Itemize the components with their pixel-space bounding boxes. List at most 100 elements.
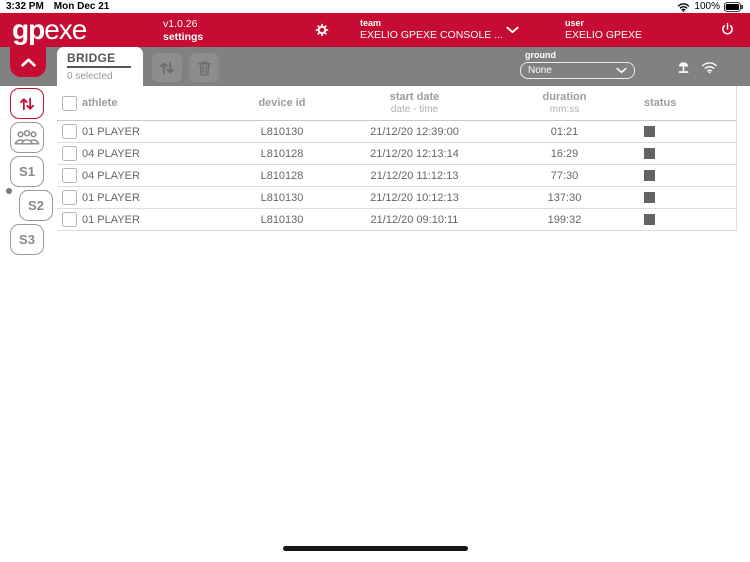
table-row[interactable]: 04 PLAYER L810128 21/12/20 11:12:13 77:30	[57, 165, 736, 187]
table-body: 01 PLAYER L810130 21/12/20 12:39:00 01:21 04…	[57, 121, 736, 231]
sidebar-item-athletes[interactable]	[10, 122, 44, 153]
table-row[interactable]: 01 PLAYER L810130 21/12/20 12:39:00 01:21	[57, 121, 736, 143]
column-header-status: status	[644, 97, 677, 109]
table-row[interactable]: 01 PLAYER L810130 21/12/20 09:10:11 199:32	[57, 209, 736, 231]
settings-gear-button[interactable]	[315, 23, 329, 37]
chevron-up-icon	[19, 57, 38, 68]
device-id-cell: L810130	[260, 191, 304, 204]
people-group-icon	[14, 129, 40, 146]
duration-cell: 199:32	[547, 213, 582, 226]
dock-station-icon	[675, 59, 692, 76]
sidebar-item-transfer[interactable]	[10, 88, 44, 119]
row-checkbox[interactable]	[62, 146, 77, 161]
device-id-cell: L810128	[260, 169, 304, 182]
sidebar-item-s3[interactable]: S3	[10, 224, 44, 255]
notification-dot	[6, 188, 12, 194]
app-screen: 3:32 PM Mon Dec 21 100% gpexe v1.0.26 se…	[0, 0, 750, 562]
table-row[interactable]: 01 PLAYER L810130 21/12/20 10:12:13 137:30	[57, 187, 736, 209]
s3-label: S3	[19, 232, 35, 247]
collapse-panel-button[interactable]	[10, 47, 46, 77]
toolbar: BRIDGE 0 selected ground None	[0, 47, 750, 86]
s2-label: S2	[28, 198, 44, 213]
row-checkbox[interactable]	[62, 168, 77, 183]
wifi-connection-icon	[701, 60, 718, 74]
team-value: EXELIO GPEXE CONSOLE ...	[360, 29, 503, 41]
up-down-arrows-icon	[158, 59, 176, 77]
device-id-cell: L810130	[260, 213, 304, 226]
status-square	[644, 126, 655, 137]
sessions-table: athlete device id start date date - time…	[57, 86, 737, 231]
user-block: user EXELIO GPEXE	[565, 19, 642, 41]
start-date-cell: 21/12/20 12:13:14	[370, 147, 459, 160]
status-square	[644, 170, 655, 181]
power-icon	[720, 22, 735, 37]
status-square	[644, 192, 655, 203]
athlete-cell: 01 PLAYER	[82, 125, 140, 138]
ground-label: ground	[525, 50, 556, 60]
clock-text: 3:32 PM	[6, 1, 44, 12]
ground-select[interactable]: None	[520, 62, 635, 79]
wifi-status-icon	[677, 2, 690, 12]
duration-cell: 01:21	[550, 125, 579, 138]
gear-icon	[315, 23, 329, 37]
ground-filter: ground None	[520, 50, 635, 79]
duration-cell: 77:30	[550, 169, 579, 182]
athlete-cell: 01 PLAYER	[82, 213, 140, 226]
sync-up-down-button[interactable]	[152, 53, 182, 82]
gpexe-logo: gpexe	[12, 14, 87, 45]
team-dropdown-button[interactable]	[506, 26, 519, 34]
user-value: EXELIO GPEXE	[565, 29, 643, 41]
status-square	[644, 148, 655, 159]
tab-bridge[interactable]: BRIDGE 0 selected	[57, 47, 143, 86]
row-checkbox[interactable]	[62, 124, 77, 139]
start-date-cell: 21/12/20 12:39:00	[370, 125, 459, 138]
chevron-down-icon	[616, 67, 627, 74]
athlete-cell: 04 PLAYER	[82, 147, 140, 160]
app-version: v1.0.26	[163, 18, 198, 30]
chevron-down-icon	[506, 26, 519, 34]
home-indicator[interactable]	[283, 546, 468, 551]
app-header: gpexe v1.0.26 settings team EXELIO GPEXE…	[0, 13, 750, 47]
s1-label: S1	[19, 164, 35, 179]
up-down-arrows-icon	[18, 95, 36, 113]
device-id-cell: L810128	[260, 147, 304, 160]
athlete-cell: 01 PLAYER	[82, 191, 140, 204]
start-date-cell: 21/12/20 09:10:11	[370, 213, 459, 226]
athlete-cell: 04 PLAYER	[82, 169, 140, 182]
logout-power-button[interactable]	[720, 22, 735, 37]
status-cell	[632, 170, 736, 181]
team-selector[interactable]: team EXELIO GPEXE CONSOLE ...	[360, 19, 503, 41]
settings-label: settings	[163, 31, 204, 43]
row-checkbox[interactable]	[62, 190, 77, 205]
device-id-cell: L810130	[260, 125, 304, 138]
ipad-status-bar: 3:32 PM Mon Dec 21 100%	[0, 0, 750, 13]
column-header-device-id: device id	[258, 97, 306, 109]
tab-title: BRIDGE	[67, 51, 116, 65]
duration-cell: 137:30	[547, 191, 582, 204]
battery-percent-text: 100%	[694, 1, 720, 12]
selected-count: 0 selected	[67, 71, 113, 82]
status-cell	[632, 192, 736, 203]
table-row[interactable]: 04 PLAYER L810128 21/12/20 12:13:14 16:29	[57, 143, 736, 165]
ground-selected-value: None	[528, 65, 552, 76]
battery-icon	[724, 1, 744, 12]
version-settings-block: v1.0.26 settings	[163, 19, 203, 43]
team-label: team	[360, 18, 382, 28]
row-checkbox[interactable]	[62, 212, 77, 227]
column-header-start-date: start date date - time	[389, 90, 440, 115]
user-label: user	[565, 18, 585, 28]
status-cell	[632, 214, 736, 225]
status-square	[644, 214, 655, 225]
sidebar-item-s2[interactable]: S2	[19, 190, 53, 221]
column-header-duration: duration mm:ss	[542, 90, 587, 115]
select-all-checkbox[interactable]	[62, 95, 77, 111]
start-date-cell: 21/12/20 10:12:13	[370, 191, 459, 204]
trash-icon	[196, 59, 213, 77]
delete-button[interactable]	[189, 53, 219, 82]
start-date-cell: 21/12/20 11:12:13	[370, 169, 459, 182]
tab-underline	[67, 66, 131, 68]
sidebar-item-s1[interactable]: S1	[10, 156, 44, 187]
column-header-athlete: athlete	[82, 97, 118, 109]
status-cell	[632, 126, 736, 137]
duration-cell: 16:29	[550, 147, 579, 160]
